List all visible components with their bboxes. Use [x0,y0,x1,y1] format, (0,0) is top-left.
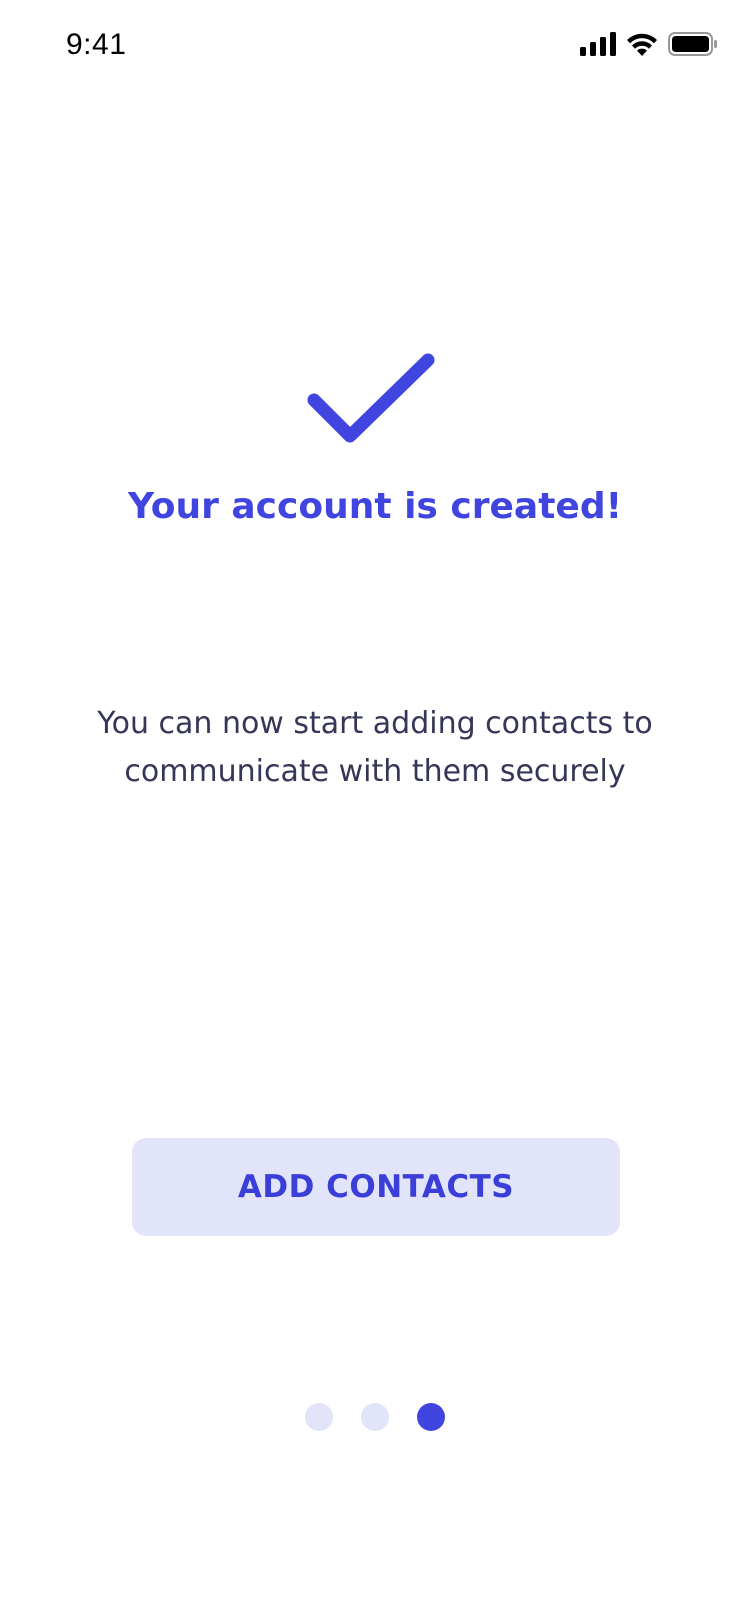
page-dot-2[interactable] [361,1403,389,1431]
status-time: 9:41 [66,28,127,61]
page-dot-3-active[interactable] [417,1403,445,1431]
status-icons [580,32,718,56]
battery-icon [668,32,717,56]
success-title: Your account is created! [127,486,623,527]
check-icon [307,353,435,443]
status-bar: 9:41 [0,0,750,96]
wifi-icon [627,33,657,56]
page-dot-1[interactable] [305,1403,333,1431]
success-message: You can now start adding contacts to com… [97,706,653,789]
signal-icon [580,32,616,56]
add-contacts-button[interactable]: ADD CONTACTS [132,1138,620,1236]
page-indicator [0,1403,750,1431]
